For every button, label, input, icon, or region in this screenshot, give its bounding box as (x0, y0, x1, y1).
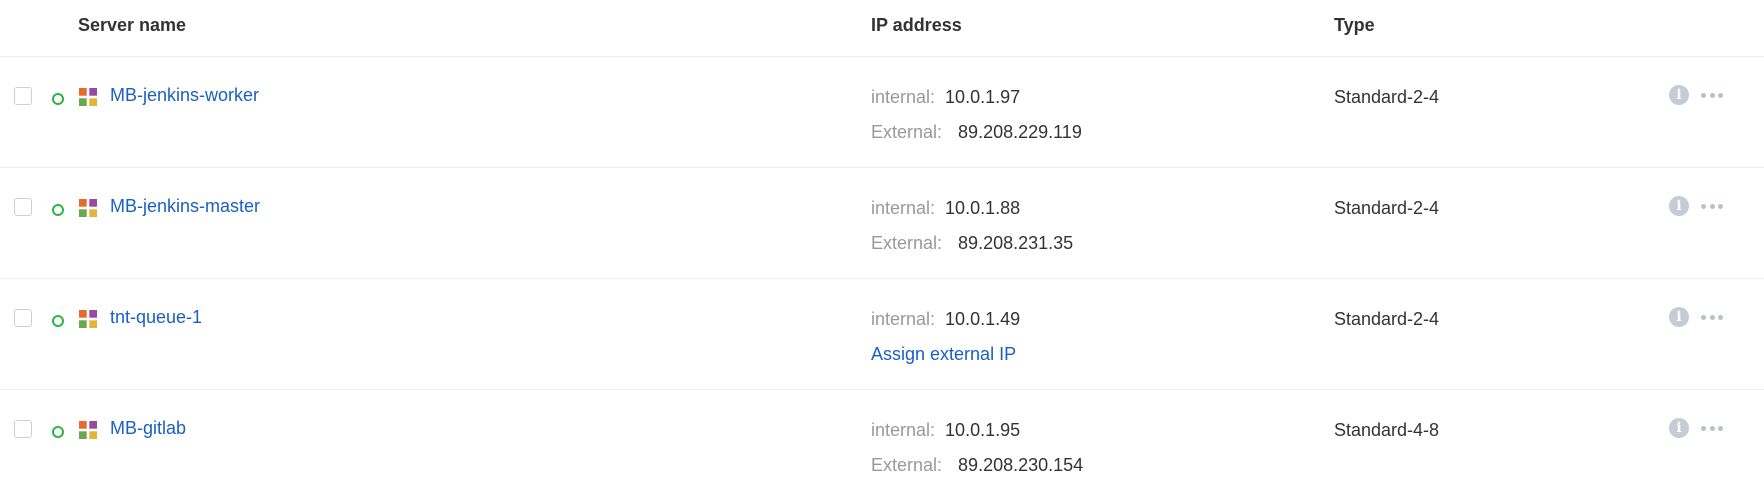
internal-ip-line: internal: 10.0.1.88 (871, 198, 1020, 219)
row-select-checkbox[interactable] (14, 198, 32, 216)
external-ip-value: 89.208.230.154 (958, 455, 1084, 475)
more-icon[interactable] (1701, 418, 1723, 438)
server-name-link[interactable]: MB-jenkins-worker (110, 85, 259, 106)
assign-external-ip-link[interactable]: Assign external IP (871, 344, 1016, 364)
row-select-checkbox[interactable] (14, 420, 32, 438)
internal-ip-label: internal: (871, 420, 936, 440)
internal-ip-label: internal: (871, 309, 936, 329)
row-select-checkbox[interactable] (14, 309, 32, 327)
os-logo-icon (78, 198, 98, 218)
external-ip-line: External: 89.208.231.35 (871, 233, 1073, 254)
external-ip-line: External: 89.208.229.119 (871, 122, 1082, 143)
status-active-icon (52, 426, 64, 438)
column-header-ip-address: IP address (871, 15, 962, 35)
status-active-icon (52, 204, 64, 216)
internal-ip-value: 10.0.1.88 (945, 198, 1021, 218)
external-ip-label: External: (871, 233, 943, 253)
server-type: Standard-2-4 (1334, 198, 1440, 218)
info-icon[interactable]: i (1669, 307, 1689, 327)
internal-ip-value: 10.0.1.97 (945, 87, 1021, 107)
column-header-server-name[interactable]: Server name (78, 15, 186, 36)
table-row: tnt-queue-1 internal: 10.0.1.49 Assign ex… (0, 279, 1764, 390)
row-select-checkbox[interactable] (14, 87, 32, 105)
internal-ip-line: internal: 10.0.1.49 (871, 309, 1020, 330)
external-ip-label: External: (871, 455, 943, 475)
info-icon[interactable]: i (1669, 196, 1689, 216)
more-icon[interactable] (1701, 307, 1723, 327)
internal-ip-label: internal: (871, 87, 936, 107)
status-active-icon (52, 93, 64, 105)
server-type: Standard-2-4 (1334, 87, 1440, 107)
external-ip-value: 89.208.231.35 (958, 233, 1074, 253)
server-type: Standard-2-4 (1334, 309, 1440, 329)
os-logo-icon (78, 309, 98, 329)
servers-table: Server name IP address Type MB-jenkins-w… (0, 0, 1764, 500)
internal-ip-label: internal: (871, 198, 936, 218)
server-name-link[interactable]: MB-jenkins-master (110, 196, 260, 217)
server-name-link[interactable]: MB-gitlab (110, 418, 186, 439)
more-icon[interactable] (1701, 85, 1723, 105)
column-header-type[interactable]: Type (1334, 15, 1375, 36)
info-icon[interactable]: i (1669, 418, 1689, 438)
internal-ip-value: 10.0.1.49 (945, 309, 1021, 329)
internal-ip-value: 10.0.1.95 (945, 420, 1021, 440)
server-type: Standard-4-8 (1334, 420, 1440, 440)
info-icon[interactable]: i (1669, 85, 1689, 105)
assign-external-ip-line: Assign external IP (871, 344, 1016, 365)
more-icon[interactable] (1701, 196, 1723, 216)
table-row: MB-gitlab internal: 10.0.1.95 External: 89… (0, 390, 1764, 500)
internal-ip-line: internal: 10.0.1.95 (871, 420, 1020, 441)
external-ip-label: External: (871, 122, 943, 142)
status-active-icon (52, 315, 64, 327)
external-ip-line: External: 89.208.230.154 (871, 455, 1083, 476)
server-name-link[interactable]: tnt-queue-1 (110, 307, 202, 328)
os-logo-icon (78, 420, 98, 440)
external-ip-value: 89.208.229.119 (958, 122, 1082, 142)
table-row: MB-jenkins-worker internal: 10.0.1.97 Ext… (0, 57, 1764, 168)
table-header: Server name IP address Type (0, 0, 1764, 57)
os-logo-icon (78, 87, 98, 107)
internal-ip-line: internal: 10.0.1.97 (871, 87, 1020, 108)
table-row: MB-jenkins-master internal: 10.0.1.88 Ext… (0, 168, 1764, 279)
